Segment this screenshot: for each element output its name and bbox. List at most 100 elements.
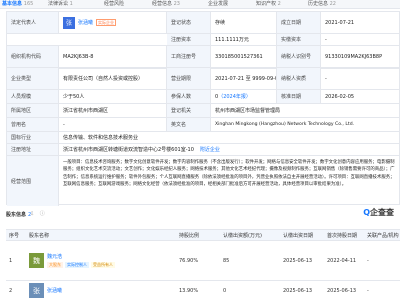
taxpayer-quality-value: - [325,75,327,82]
taxpayer-id-value: 91330109MA2KJ63B8P [325,53,383,60]
legal-rep-tag: 实际企业 [96,19,117,26]
amount-value: 85 [223,257,230,264]
info-row: 所属地区 浙江省杭州市西湖区 登记机关 杭州市西湖区市场监督管理局 [7,104,400,118]
authority-value: 杭州市西湖区市场监督管理局 [215,108,281,114]
avatar: 魏 [29,253,44,268]
approval-date-label: 核准日期 [277,90,321,103]
reg-status-value: 存续 [211,12,277,33]
row-no: 2 [9,287,13,294]
org-code-value: MA2KJ63B-8 [59,46,167,67]
insured-cell: 0 （2024年报） [211,90,277,103]
taxpayer-quality-label: 纳税人资质 [277,68,321,89]
first-date-value: 2022-04-11 [327,257,357,264]
reg-capital-label: 注册资本 [167,34,211,45]
related-value: - [367,257,369,264]
region-value: 浙江省杭州市西湖区 [59,104,167,117]
tab-basic-info[interactable]: 基本信息 165 [2,0,33,9]
section-toolbar: ⇩ ⓘ [30,210,45,217]
tab-ip[interactable]: 知识产权 2 [256,0,281,9]
taxpayer-id-label: 纳税人识别号 [277,46,321,67]
first-date-value: 2025-06-13 [327,287,357,294]
english-name-label: 英文名 [167,118,211,131]
col-header-first-date[interactable]: 首次持股日期 [324,230,364,240]
staff-label: 人员规模 [7,90,59,103]
beneficial-owner-badge: 受益所有人 [91,262,115,268]
tab-operation[interactable]: 经营信息 23 [152,0,180,9]
sub-date-value: 2025-06-13 [283,287,313,294]
reg-no-value: 330185001527361 [211,46,277,67]
info-row: 经营范围 一般项目：信息技术咨询服务；数字文化创意软件开发；数字内容制作服务（不… [7,156,400,206]
industry-value: 信息传输、软件和信息技术服务业 [63,135,139,141]
col-header-ratio[interactable]: 持股比例 [176,230,220,240]
ratio-value: 13.90% [179,287,199,294]
brand-icon: Q [363,208,370,217]
company-type-value: 有限责任公司（自然人投资或控股） [59,68,167,89]
former-name-label: 曾用名 [7,118,59,131]
table-row: 2 张 张涵曦 13.90% 0 2025-06-13 2025-06-13 - [6,281,400,300]
major-shareholder-badge: 大股东 [47,262,63,268]
basic-info-panel: 法定代表人 张 张涵曦 实际企业 登记状态 存续 成立日期 2021-07-21… [6,11,400,206]
info-row: 曾用名 - 英文名 Xinghan Mingkong (Hangzhou) Ne… [7,118,400,132]
org-code-label: 组织机构代码 [7,46,59,67]
reg-status-label: 登记状态 [167,12,211,33]
shareholder-name-link[interactable]: 魏元浩 [47,253,115,260]
shareholder-cell: 魏 魏元浩 大股东 实际控制人 受益所有人 [26,241,176,280]
info-row: 组织机构代码 MA2KJ63B-8 工商注册号 330185001527361 … [7,46,400,68]
avatar: 张 [63,16,75,29]
biz-term-label: 营业期限 [167,68,211,89]
shareholder-cell: 张 张涵曦 [26,281,176,300]
legal-rep-link[interactable]: 张涵曦 [78,19,93,26]
biz-term-value: 2021-07-21 至 9999-09-09 [211,68,277,89]
brand-logo: Q企查查 [363,208,394,217]
reg-capital-value: 111.1111万元 [211,34,277,45]
tab-bar: 基本信息 165 法律诉讼 1 经营风险 经营信息 23 企业发展 知识产权 2… [0,0,400,9]
tab-development[interactable]: 企业发展 [208,0,228,9]
col-header-sub-date[interactable]: 认缴出资日期 [280,230,324,240]
info-row: 注册地址 浙江省杭州市西湖区转塘街道双流智造中心2号楼601室-10 附近企业 [7,144,400,156]
tab-risk[interactable]: 经营风险 [104,0,124,9]
info-row: 企业类型 有限责任公司（自然人投资或控股） 营业期限 2021-07-21 至 … [7,68,400,90]
related-value: - [367,287,369,294]
est-date-label: 成立日期 [277,12,321,33]
ratio-value: 76.90% [179,257,199,264]
info-row: 法定代表人 张 张涵曦 实际企业 登记状态 存续 成立日期 2021-07-21 [7,12,400,34]
authority-label: 登记机关 [167,104,211,117]
insured-note-link[interactable]: （2024年报） [218,93,251,100]
legal-rep-label: 法定代表人 [7,12,59,33]
insured-label: 参保人数 [167,90,211,103]
reg-addr-label: 注册地址 [7,144,59,155]
est-date-value: 2021-07-21 [325,19,355,26]
former-name-value: - [59,118,167,131]
col-header-amount[interactable]: 认缴出资额(万元) [220,230,280,240]
paid-capital-label: 实缴资本 [277,34,321,45]
legal-rep-cell: 张 张涵曦 实际企业 [59,12,167,33]
avatar: 张 [29,283,44,298]
region-label: 所属地区 [7,104,59,117]
nearby-companies-link[interactable]: 附近企业 [200,146,220,153]
reg-addr-cell: 浙江省杭州市西湖区转塘街道双流智造中心2号楼601室-10 附近企业 [59,144,400,155]
shareholders-table: 序号 股东名称 持股比例 认缴出资额(万元) 认缴出资日期 首次持股日期 关联产… [6,229,400,300]
col-header-related: 关联产品/机构 [367,232,399,239]
info-row: 人员规模 少于50人 参保人数 0 （2024年报） 核准日期 2026-02-… [7,90,400,104]
reg-no-label: 工商注册号 [167,46,211,67]
company-type-label: 企业类型 [7,68,59,89]
tab-legal[interactable]: 法律诉讼 1 [48,0,73,9]
help-icon[interactable]: ⓘ [40,211,45,217]
table-header-row: 序号 股东名称 持股比例 认缴出资额(万元) 认缴出资日期 首次持股日期 关联产… [6,230,400,241]
tab-history[interactable]: 历史信息 22 [308,0,336,9]
info-row: 注册资本 111.1111万元 实缴资本 - [7,34,400,46]
paid-capital-value: - [325,36,327,43]
export-icon[interactable]: ⇩ [30,211,34,217]
col-header-no: 序号 [9,232,20,239]
shareholders-title: 股东信息 2 [6,212,32,218]
col-header-name: 股东名称 [29,232,50,239]
row-no: 1 [9,257,13,264]
english-name-value: Xinghan Mingkong (Hangzhou) Network Tech… [215,122,355,127]
info-row: 国标行业 信息传输、软件和信息技术服务业 [7,132,400,144]
scope-label: 经营范围 [7,156,59,206]
shareholder-name-link[interactable]: 张涵曦 [47,287,62,294]
table-row: 1 魏 魏元浩 大股东 实际控制人 受益所有人 76.90% 85 2025-0… [6,241,400,281]
actual-controller-badge: 实际控制人 [65,262,89,268]
industry-label: 国标行业 [7,132,59,143]
reg-addr-value: 浙江省杭州市西湖区转塘街道双流智造中心2号楼601室-10 [63,147,194,153]
